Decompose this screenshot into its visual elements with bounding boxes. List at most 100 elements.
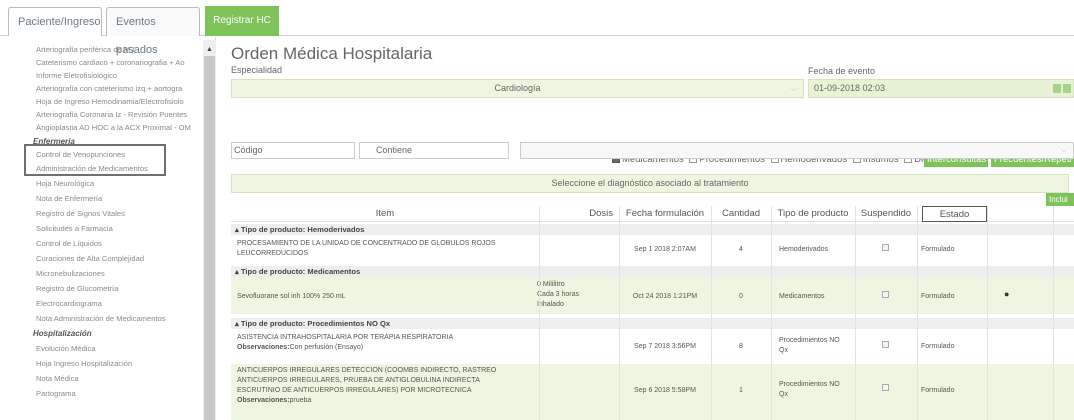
group-row-medicamentos[interactable]: ▴ Tipo de producto: Medicamentos (231, 266, 1074, 277)
sidebar-item[interactable]: Registro de Glucometría (36, 284, 118, 294)
cell-estado: Formulado (921, 246, 955, 253)
tipo-text: Qx (779, 391, 788, 398)
table-row[interactable]: ANTICUERPOS IRREGULARES DETECCION (COOMB… (231, 364, 1074, 420)
col-header-fecha[interactable]: Fecha formulación (619, 206, 711, 222)
sidebar-item[interactable]: Solicitudes a Farmacia (36, 224, 113, 234)
chevron-down-icon: ⌵ (790, 84, 797, 93)
chevron-down-icon: ⌵ (1060, 145, 1067, 154)
cell-tipo: Procedimientos NO Qx (779, 380, 840, 400)
fecha-evento-field[interactable]: 01-09-2018 02:03 (808, 79, 1074, 98)
cell-item: PROCESAMIENTO DE LA UNIDAD DE CONCENTRAD… (237, 239, 496, 259)
drop-icon[interactable]: ● (1004, 289, 1009, 299)
app-window: Paciente/Ingreso Eventos pasados Registr… (0, 0, 1074, 420)
suspendido-checkbox[interactable] (882, 341, 889, 352)
cell-cantidad: 0 (739, 293, 743, 300)
scroll-up-arrow-icon[interactable]: ▲ (204, 45, 215, 54)
sidebar-item[interactable]: Arteriografía Coronaria Iz - Revisión Pu… (36, 110, 187, 120)
sidebar-item[interactable]: Informe Eletrofisiológico (36, 71, 117, 81)
column-divider (539, 206, 540, 420)
cell-fecha: Sep 7 2018 3:56PM (634, 343, 696, 350)
tab-past-events[interactable]: Eventos pasados (106, 7, 200, 56)
cell-cantidad: 1 (739, 387, 743, 394)
sidebar-item[interactable]: Nota Médica (36, 374, 79, 384)
sidebar-item[interactable]: Angioplastia AD HOC a la ACX Proximal - … (36, 123, 191, 133)
dosis-text: Inhalado (537, 301, 564, 308)
sidebar-item[interactable]: Nota de Enfermería (36, 194, 102, 204)
observaciones-label: Observaciones: (237, 397, 290, 404)
sidebar-item[interactable]: Hoja Ingreso Hospitalización (36, 359, 132, 369)
tipo-text: Procedimientos NO (779, 381, 840, 388)
incluir-button[interactable]: Inclui (1046, 193, 1074, 206)
sidebar-scrollbar-thumb[interactable] (204, 56, 215, 420)
cell-fecha: Sep 6 2018 5:58PM (634, 387, 696, 394)
fecha-evento-label: Fecha de evento (808, 66, 876, 76)
col-header-cantidad[interactable]: Cantidad (711, 206, 771, 222)
suspendido-checkbox[interactable] (882, 291, 889, 302)
diagnostico-select[interactable]: Seleccione el diagnóstico asociado al tr… (231, 174, 1069, 193)
column-divider (855, 206, 856, 420)
sidebar-tree: Arteriografía periférica de M.I Cateteri… (20, 37, 216, 420)
table-row[interactable]: PROCESAMIENTO DE LA UNIDAD DE CONCENTRAD… (231, 235, 1074, 264)
column-divider (619, 206, 620, 420)
cell-item: ASISTENCIA INTRAHOSPITALARIA POR TERAPIA… (237, 333, 453, 353)
dosis-text: Cada 3 horas (537, 291, 580, 298)
sidebar-item[interactable]: Hoja Neurológica (36, 179, 94, 189)
cell-fecha: Oct 24 2018 1:21PM (632, 293, 698, 300)
sidebar-item[interactable]: Electrocardiograma (36, 299, 102, 309)
sidebar-item[interactable]: Curaciones de Alta Complejidad (36, 254, 144, 264)
group-row-hemoderivados[interactable]: ▴ Tipo de producto: Hemoderivados (231, 224, 1074, 235)
sidebar-item[interactable]: Micronebulizaciones (36, 269, 105, 279)
sidebar-item[interactable]: Nota Administración de Medicamentos (36, 314, 166, 324)
sidebar-item[interactable]: Arteriografía con cateterismo izq.+ aort… (36, 84, 182, 94)
cell-item: ANTICUERPOS IRREGULARES DETECCION (COOMB… (237, 366, 496, 406)
item-text: LEUCORREDUCIDOS (237, 250, 309, 257)
especialidad-label: Especialidad (231, 65, 283, 75)
cell-cantidad: 8 (739, 343, 743, 350)
column-divider (917, 206, 918, 420)
tab-register-hc[interactable]: Registrar HC (205, 6, 279, 36)
cell-item: Sevofluorane sol inh 100% 250 mL (237, 293, 346, 300)
highlight-box (24, 144, 166, 176)
sidebar-item[interactable]: Control de Líquidos (36, 239, 102, 249)
sidebar-section-hospitalizacion[interactable]: Hospitalización (33, 329, 92, 339)
page-title: Orden Médica Hospitalaria (231, 44, 433, 63)
cell-estado: Formulado (921, 293, 955, 300)
tab-patient-admission[interactable]: Paciente/Ingreso (8, 7, 102, 36)
item-text: PROCESAMIENTO DE LA UNIDAD DE CONCENTRAD… (237, 240, 496, 247)
contiene-select[interactable]: Contiene (359, 142, 509, 159)
table-row[interactable]: Sevofluorane sol inh 100% 250 mL 0 Milil… (231, 277, 1074, 314)
cell-estado: Formulado (921, 343, 955, 350)
column-divider (987, 206, 988, 420)
col-header-suspendido[interactable]: Suspendido (855, 206, 917, 222)
cell-tipo: Hemoderivados (779, 246, 829, 253)
calendar-icon[interactable] (1053, 84, 1061, 93)
tipo-text: Qx (779, 347, 788, 354)
sidebar-item[interactable]: Partograma (36, 389, 76, 399)
codigo-input[interactable]: Código (231, 142, 355, 159)
col-header-tipo[interactable]: Tipo de producto (771, 206, 855, 222)
especialidad-value: Cardiología (494, 83, 541, 93)
table-row[interactable]: ASISTENCIA INTRAHOSPITALARIA POR TERAPIA… (231, 329, 1074, 362)
fecha-evento-value: 01-09-2018 02:03 (814, 83, 886, 93)
sidebar-item[interactable]: Evolución Médica (36, 344, 96, 354)
cell-tipo: Medicamentos (779, 293, 825, 300)
group-row-procedimientos[interactable]: ▴ Tipo de producto: Procedimientos NO Qx (231, 318, 1074, 329)
sidebar-item[interactable]: Hoja de Ingreso Hemodinamia/Electrofisio… (36, 97, 184, 107)
clock-icon[interactable] (1063, 84, 1071, 93)
col-header-estado[interactable]: Estado (922, 206, 987, 222)
cell-tipo: Procedimientos NO Qx (779, 336, 840, 356)
product-search-select[interactable]: ⌵ (520, 142, 1074, 159)
top-tab-bar: Paciente/Ingreso Eventos pasados Registr… (0, 0, 1074, 56)
suspendido-checkbox[interactable] (882, 384, 889, 395)
item-text: ANTICUERPOS IRREGULARES, PRUEBA DE ANTIG… (237, 377, 480, 384)
col-header-dosis[interactable]: Dosis (539, 206, 619, 222)
col-header-item[interactable]: Item (231, 206, 539, 222)
sidebar-item[interactable]: Arteriografía periférica de M.I (36, 45, 134, 55)
sidebar-item[interactable]: Registro de Signos Vitales (36, 209, 125, 219)
observaciones-label: Observaciones: (237, 344, 290, 351)
column-divider (1053, 206, 1054, 420)
observaciones-text: prueba (289, 397, 312, 404)
suspendido-checkbox[interactable] (882, 244, 889, 255)
especialidad-select[interactable]: Cardiología ⌵ (231, 79, 804, 98)
sidebar-item[interactable]: Cateterismo cardiaco + coronariografia +… (36, 58, 185, 68)
